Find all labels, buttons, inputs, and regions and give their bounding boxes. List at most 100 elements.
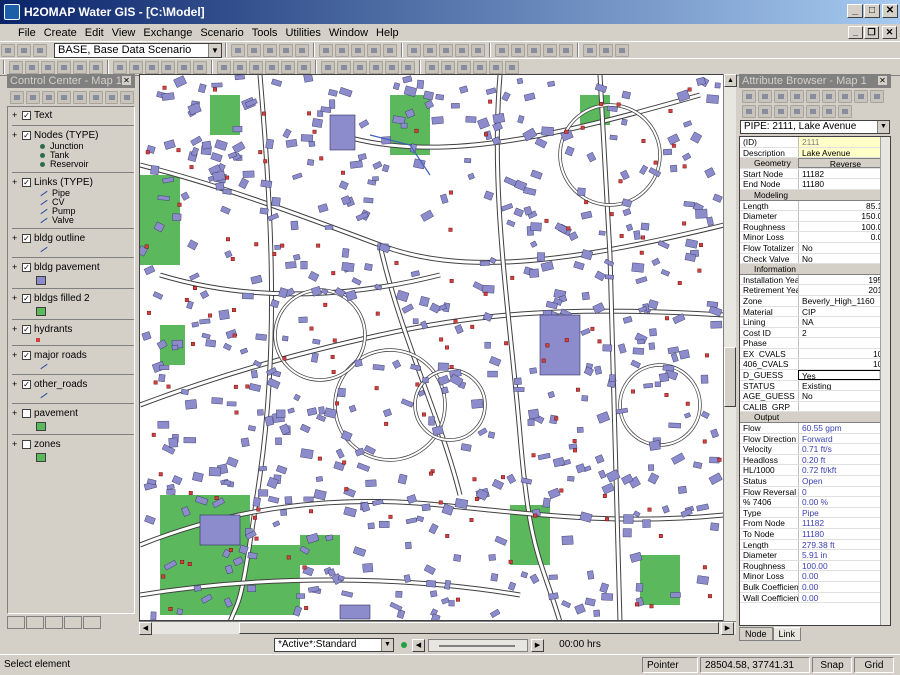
- export-icon[interactable]: [559, 43, 573, 57]
- settings-icon[interactable]: [742, 105, 756, 118]
- refresh-icon[interactable]: [758, 105, 772, 118]
- mdi-close-button[interactable]: ✕: [882, 26, 897, 39]
- menu-window[interactable]: Window: [325, 27, 372, 39]
- grid-icon[interactable]: [457, 60, 471, 74]
- edit-icon[interactable]: [806, 105, 820, 118]
- add-layer-icon[interactable]: [10, 90, 24, 104]
- layer-item[interactable]: + ✓ Links (TYPE): [12, 176, 134, 189]
- menu-tools[interactable]: Tools: [248, 27, 282, 39]
- graph-icon[interactable]: [383, 43, 397, 57]
- attribute-row[interactable]: Status Open: [740, 476, 890, 487]
- section-output[interactable]: Output: [740, 412, 890, 424]
- time-back-button[interactable]: ◀: [412, 638, 425, 652]
- attribute-row[interactable]: Lining NA: [740, 317, 890, 328]
- attribute-row[interactable]: HL/1000 0.72 ft/kft: [740, 465, 890, 476]
- layer-item[interactable]: + ✓ major roads: [12, 349, 134, 362]
- select-line-icon[interactable]: [41, 60, 55, 74]
- attribute-row[interactable]: EX_CVALS100: [740, 348, 890, 360]
- layer-item[interactable]: + ✓ bldg pavement: [12, 261, 134, 274]
- attribute-row[interactable]: Phase0: [740, 338, 890, 349]
- attribute-row[interactable]: Cost ID 2: [740, 327, 890, 339]
- scroll-right-button[interactable]: ▶: [721, 622, 734, 635]
- attribute-row[interactable]: Wall Coefficient 0.00: [740, 592, 890, 604]
- layer-checkbox[interactable]: [22, 408, 31, 418]
- close-button[interactable]: ✕: [882, 4, 898, 18]
- minimize-button[interactable]: _: [847, 4, 863, 18]
- tab-book[interactable]: [83, 616, 101, 629]
- attribute-row[interactable]: End Node 11180: [740, 179, 890, 190]
- meter-icon[interactable]: [177, 60, 191, 74]
- section-information[interactable]: Information: [740, 264, 890, 275]
- menu-view[interactable]: View: [108, 27, 140, 39]
- attribute-row[interactable]: Roughness 100.00: [740, 221, 890, 233]
- paste-icon[interactable]: [806, 90, 820, 103]
- select-area-icon[interactable]: [25, 60, 39, 74]
- valve-icon[interactable]: [145, 60, 159, 74]
- layer-item[interactable]: + pavement: [12, 407, 134, 420]
- rotate-icon[interactable]: [281, 60, 295, 74]
- legend-icon[interactable]: [385, 60, 399, 74]
- north-icon[interactable]: [401, 60, 415, 74]
- snap-icon[interactable]: [441, 60, 455, 74]
- mdi-minimize-button[interactable]: _: [848, 26, 863, 39]
- attribute-row[interactable]: To Node 11180: [740, 528, 890, 540]
- label-icon[interactable]: [193, 60, 207, 74]
- attribute-row[interactable]: Type Pipe: [740, 507, 890, 519]
- layer-item[interactable]: + ✓ bldg outline: [12, 232, 134, 245]
- lock-icon[interactable]: [822, 90, 836, 103]
- attribute-row[interactable]: Bulk Coefficient 0.00: [740, 581, 890, 593]
- snap-toggle[interactable]: Snap: [812, 657, 852, 673]
- menu-create[interactable]: Create: [40, 27, 81, 39]
- hand-icon[interactable]: [439, 43, 453, 57]
- attribute-row[interactable]: Start Node 11182: [740, 168, 890, 180]
- chevron-down-icon[interactable]: ▼: [381, 639, 393, 651]
- attribute-row[interactable]: Flow 60.55 gpm: [740, 423, 890, 434]
- attribute-row[interactable]: AGE_GUESS No: [740, 391, 890, 402]
- open-icon[interactable]: [17, 43, 31, 57]
- map-drawing[interactable]: [140, 75, 725, 621]
- expand-icon[interactable]: +: [12, 261, 20, 274]
- attribute-row[interactable]: Check Valve No: [740, 253, 890, 265]
- expand-icon[interactable]: +: [12, 176, 20, 189]
- run-icon[interactable]: [367, 43, 381, 57]
- attribute-row[interactable]: Minor Loss 0.00: [740, 232, 890, 243]
- layer-checkbox[interactable]: ✓: [22, 262, 31, 272]
- layer-checkbox[interactable]: [22, 439, 31, 449]
- layer-item[interactable]: + ✓ bldgs filled 2: [12, 292, 134, 305]
- layer-item[interactable]: + zones: [12, 438, 134, 451]
- menu-help[interactable]: Help: [372, 27, 403, 39]
- element-selector[interactable]: PIPE: 2111, Lake Avenue ▼: [740, 120, 890, 134]
- import-icon[interactable]: [583, 43, 597, 57]
- grid-icon[interactable]: [335, 43, 349, 57]
- expand-icon[interactable]: +: [12, 407, 20, 420]
- expand-icon[interactable]: +: [12, 292, 20, 305]
- id-row[interactable]: (ID) 2111: [740, 137, 890, 148]
- tank-icon[interactable]: [73, 60, 87, 74]
- attribute-row[interactable]: % 7406 0.00 %: [740, 497, 890, 508]
- layers-icon[interactable]: [295, 43, 309, 57]
- chevron-down-icon[interactable]: ▼: [877, 121, 889, 133]
- attribute-row[interactable]: Diameter 150.00: [740, 211, 890, 222]
- scale-icon[interactable]: [425, 60, 439, 74]
- tab-map[interactable]: [7, 616, 25, 629]
- help-icon[interactable]: [615, 43, 629, 57]
- menu-scenario[interactable]: Scenario: [196, 27, 247, 39]
- attribute-row[interactable]: 406_CVALS100: [740, 359, 890, 371]
- theme-icon[interactable]: [88, 90, 103, 104]
- attribute-row[interactable]: Material CIP: [740, 306, 890, 318]
- attribute-row[interactable]: Velocity 0.71 ft/s: [740, 444, 890, 455]
- query-icon[interactable]: [337, 60, 351, 74]
- filter-icon[interactable]: [838, 90, 852, 103]
- zoom-in-icon[interactable]: [455, 43, 469, 57]
- attribute-row[interactable]: Minor Loss 0.00: [740, 571, 890, 582]
- refresh-icon[interactable]: [543, 43, 557, 57]
- tag-icon[interactable]: [473, 60, 487, 74]
- pan-icon[interactable]: [263, 43, 277, 57]
- report-icon[interactable]: [351, 43, 365, 57]
- map-vertical-scrollbar[interactable]: ▲: [723, 74, 737, 621]
- maximize-button[interactable]: □: [864, 4, 880, 18]
- time-forward-button[interactable]: ▶: [531, 638, 544, 652]
- d-guess-row[interactable]: D_GUESSYes▼: [740, 370, 890, 381]
- arrow-icon[interactable]: [247, 43, 261, 57]
- measure-icon[interactable]: [217, 60, 231, 74]
